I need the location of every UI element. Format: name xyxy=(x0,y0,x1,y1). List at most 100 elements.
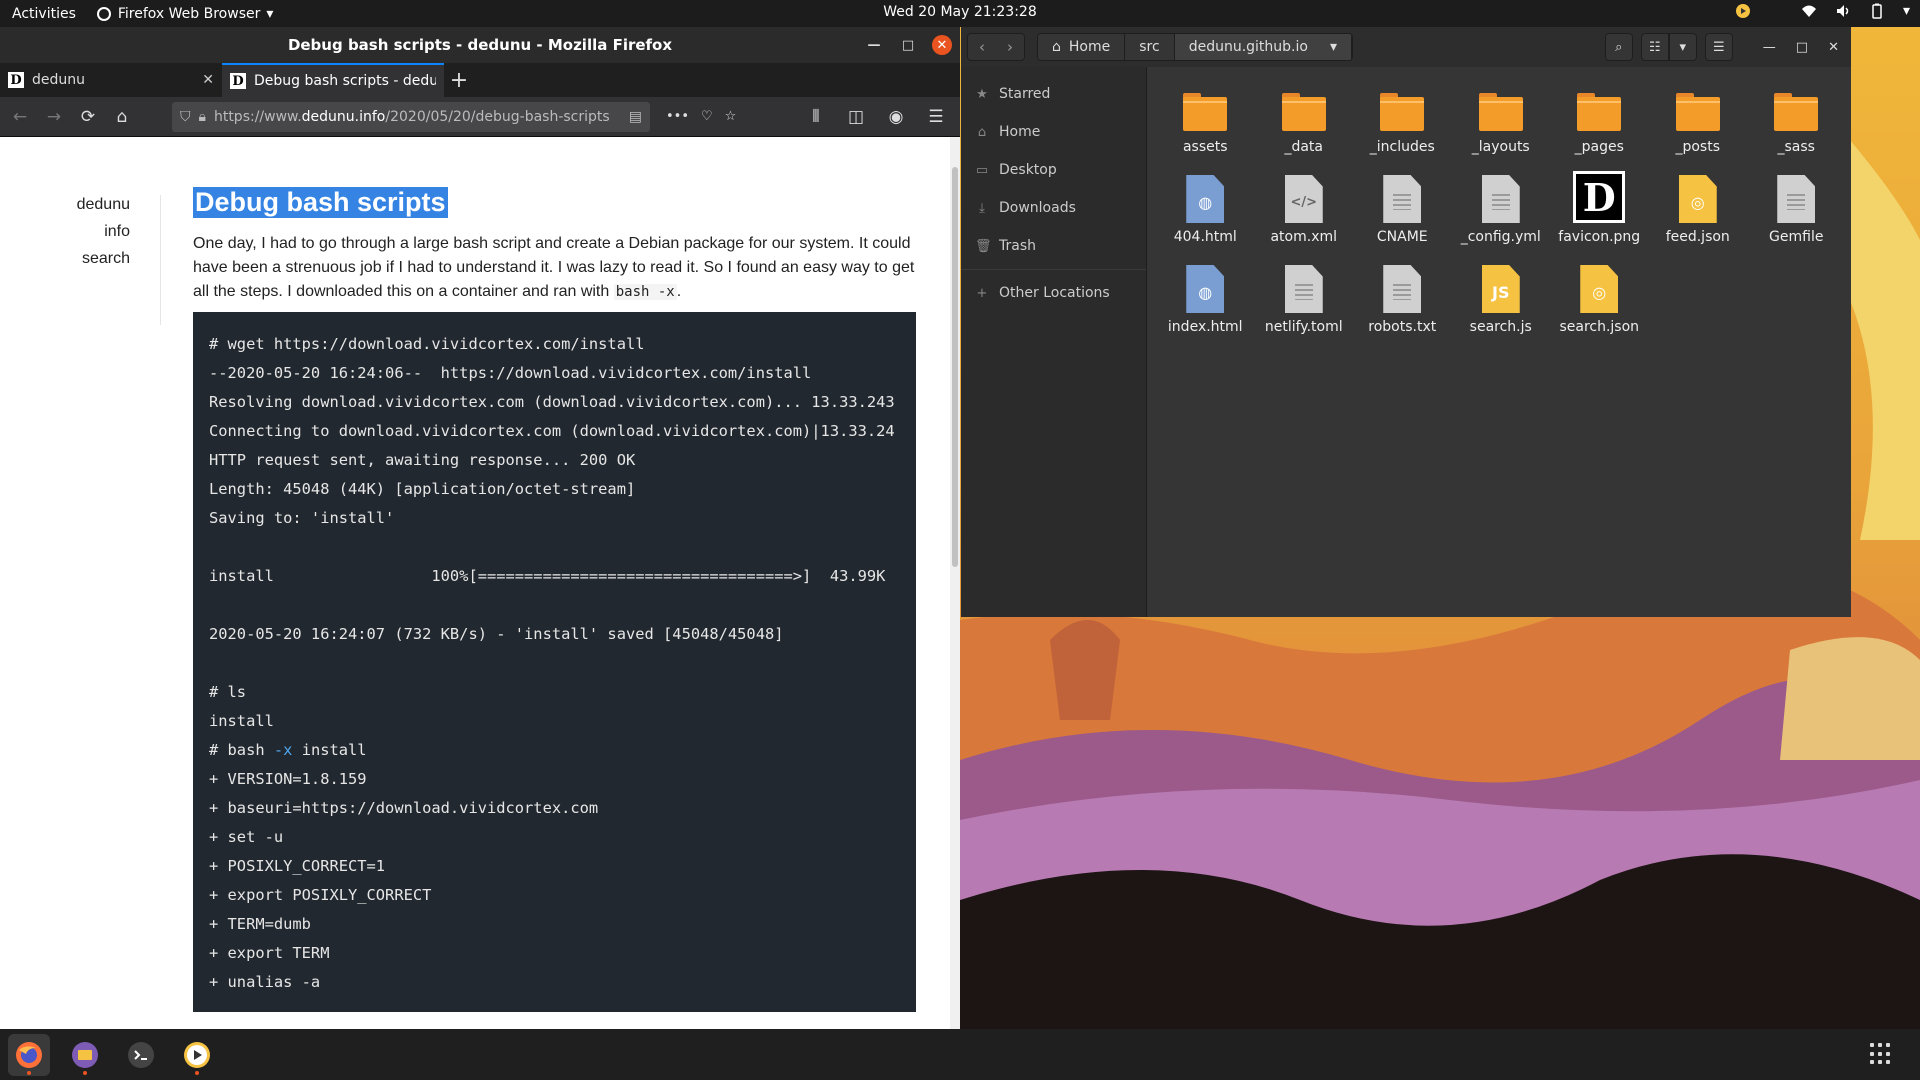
path-home[interactable]: ⌂ Home xyxy=(1038,34,1126,60)
file-item[interactable]: _pages xyxy=(1550,79,1649,155)
code-line: + POSIXLY_CORRECT=1 xyxy=(209,857,386,875)
back-button[interactable]: ‹ xyxy=(968,34,996,60)
library-icon[interactable]: ⫴ xyxy=(802,103,830,131)
file-item[interactable]: Gemfile xyxy=(1747,169,1846,245)
close-icon[interactable]: ✕ xyxy=(202,72,214,88)
scrollbar-thumb[interactable] xyxy=(952,167,958,567)
back-button[interactable]: ← xyxy=(6,103,34,131)
tab-debug-bash-scripts[interactable]: D Debug bash scripts - dedunu xyxy=(222,63,444,97)
files-headerbar[interactable]: ‹ › ⌂ Home src dedunu.github.io ▾ ⌕ ☷ ▾ ☰ … xyxy=(961,27,1851,67)
clock[interactable]: Wed 20 May 21:23:28 xyxy=(883,4,1037,20)
file-item[interactable]: CNAME xyxy=(1353,169,1452,245)
code-line: + export POSIXLY_CORRECT xyxy=(209,886,432,904)
file-item[interactable]: JS search.js xyxy=(1452,259,1551,335)
file-item[interactable]: robots.txt xyxy=(1353,259,1452,335)
file-item[interactable]: ◍ index.html xyxy=(1156,259,1255,335)
window-titlebar[interactable]: Debug bash scripts - dedunu - Mozilla Fi… xyxy=(0,27,960,63)
sidebar-toggle-icon[interactable]: ◫ xyxy=(842,103,870,131)
reload-button[interactable]: ⟳ xyxy=(74,103,102,131)
file-item[interactable]: _posts xyxy=(1649,79,1748,155)
url-text[interactable]: https://www.dedunu.info/2020/05/20/debug… xyxy=(214,109,621,125)
tab-title: dedunu xyxy=(32,72,86,88)
account-icon[interactable]: ◉ xyxy=(882,103,910,131)
shield-icon[interactable]: ⛉ xyxy=(180,109,191,125)
file-item[interactable]: _sass xyxy=(1747,79,1846,155)
new-tab-button[interactable]: + xyxy=(444,63,474,97)
path-src[interactable]: src xyxy=(1125,34,1175,60)
sidebar-item-downloads[interactable]: ⤓ Downloads xyxy=(961,189,1146,227)
code-line: Length: 45048 (44K) [application/octet-s… xyxy=(209,480,636,498)
nav-link-search[interactable]: search xyxy=(40,245,130,272)
sidebar-item-home[interactable]: ⌂ Home xyxy=(961,113,1146,151)
sidebar-item-trash[interactable]: 🗑︎ Trash xyxy=(961,227,1146,265)
page-scrollbar[interactable] xyxy=(950,137,960,1029)
code-token-flag: -x xyxy=(273,741,293,759)
url-bar[interactable]: ⛉ 🔒︎ https://www.dedunu.info/2020/05/20/… xyxy=(172,101,650,132)
sidebar-item-label: Starred xyxy=(999,86,1051,102)
page-actions-icon[interactable]: ••• xyxy=(666,109,689,124)
minimize-button[interactable]: — xyxy=(1763,40,1776,55)
intro-text: One day, I had to go through a large bas… xyxy=(193,235,915,300)
list-view-button[interactable]: ☷ xyxy=(1640,33,1669,61)
close-button[interactable]: ✕ xyxy=(932,35,952,55)
file-item[interactable]: _includes xyxy=(1353,79,1452,155)
menu-button[interactable]: ☰ xyxy=(1704,33,1733,61)
tab-dedunu[interactable]: D dedunu ✕ xyxy=(0,63,222,97)
minimize-button[interactable]: — xyxy=(864,35,884,55)
show-applications-icon[interactable] xyxy=(1870,1043,1892,1065)
pocket-icon[interactable]: ♡ xyxy=(701,109,713,124)
activities-button[interactable]: Activities xyxy=(0,6,88,22)
url-prefix: https://www. xyxy=(213,108,302,125)
files-icon xyxy=(72,1041,98,1068)
code-line: # ls xyxy=(209,683,247,701)
tab-strip: D dedunu ✕ D Debug bash scripts - dedunu… xyxy=(0,63,960,97)
nav-link-info[interactable]: info xyxy=(40,218,130,245)
close-button[interactable]: ✕ xyxy=(1828,40,1839,55)
file-item[interactable]: Dfavicon.png xyxy=(1550,169,1649,245)
dock-firefox[interactable] xyxy=(8,1033,50,1076)
sidebar-item-starred[interactable]: ★ Starred xyxy=(961,75,1146,113)
file-item[interactable]: </> atom.xml xyxy=(1255,169,1354,245)
dock-terminal[interactable] xyxy=(120,1034,162,1076)
media-indicator-icon[interactable] xyxy=(1735,3,1751,19)
maximize-button[interactable]: □ xyxy=(1796,40,1808,55)
file-name: robots.txt xyxy=(1368,319,1437,335)
dock-files[interactable] xyxy=(64,1034,106,1076)
forward-button[interactable]: › xyxy=(996,34,1024,60)
forward-button[interactable]: → xyxy=(40,103,68,131)
sidebar-item-desktop[interactable]: ▭ Desktop xyxy=(961,151,1146,189)
file-item[interactable]: _layouts xyxy=(1452,79,1551,155)
view-options-button[interactable]: ▾ xyxy=(1668,33,1697,61)
sidebar-item-other-locations[interactable]: + Other Locations xyxy=(961,274,1146,312)
bookmark-star-icon[interactable]: ☆ xyxy=(725,109,737,124)
hamburger-menu-icon[interactable]: ☰ xyxy=(922,103,950,131)
reader-view-icon[interactable]: ▤ xyxy=(629,109,642,125)
tab-title: Debug bash scripts - dedunu xyxy=(254,73,436,89)
file-name: netlify.toml xyxy=(1264,319,1343,335)
file-item[interactable]: _config.yml xyxy=(1452,169,1551,245)
maximize-button[interactable]: □ xyxy=(898,35,918,55)
battery-icon[interactable] xyxy=(1869,3,1885,19)
file-item[interactable]: ◎ feed.json xyxy=(1649,169,1748,245)
search-button[interactable]: ⌕ xyxy=(1604,33,1633,61)
wifi-icon[interactable] xyxy=(1801,3,1817,19)
path-home-label: Home xyxy=(1068,39,1111,55)
lock-icon[interactable]: 🔒︎ xyxy=(199,109,206,125)
home-button[interactable]: ⌂ xyxy=(108,103,136,131)
app-menu[interactable]: Firefox Web Browser ▾ xyxy=(88,6,273,22)
volume-icon[interactable] xyxy=(1835,3,1851,19)
file-item[interactable]: assets xyxy=(1156,79,1255,155)
file-name: search.json xyxy=(1559,319,1640,335)
file-name: search.js xyxy=(1469,319,1532,335)
system-tray[interactable]: ▾ xyxy=(1735,3,1910,19)
nav-link-dedunu[interactable]: dedunu xyxy=(40,191,130,218)
json-file-icon: ◎ xyxy=(1580,265,1619,313)
chevron-down-icon[interactable]: ▾ xyxy=(1903,3,1910,19)
path-current[interactable]: dedunu.github.io ▾ xyxy=(1174,34,1352,60)
file-item[interactable]: _data xyxy=(1255,79,1354,155)
file-item[interactable]: ◍ 404.html xyxy=(1156,169,1255,245)
file-item[interactable]: ◎ search.json xyxy=(1550,259,1649,335)
dock-media-player[interactable] xyxy=(176,1034,218,1076)
js-file-icon: JS xyxy=(1481,265,1520,313)
file-item[interactable]: netlify.toml xyxy=(1255,259,1354,335)
